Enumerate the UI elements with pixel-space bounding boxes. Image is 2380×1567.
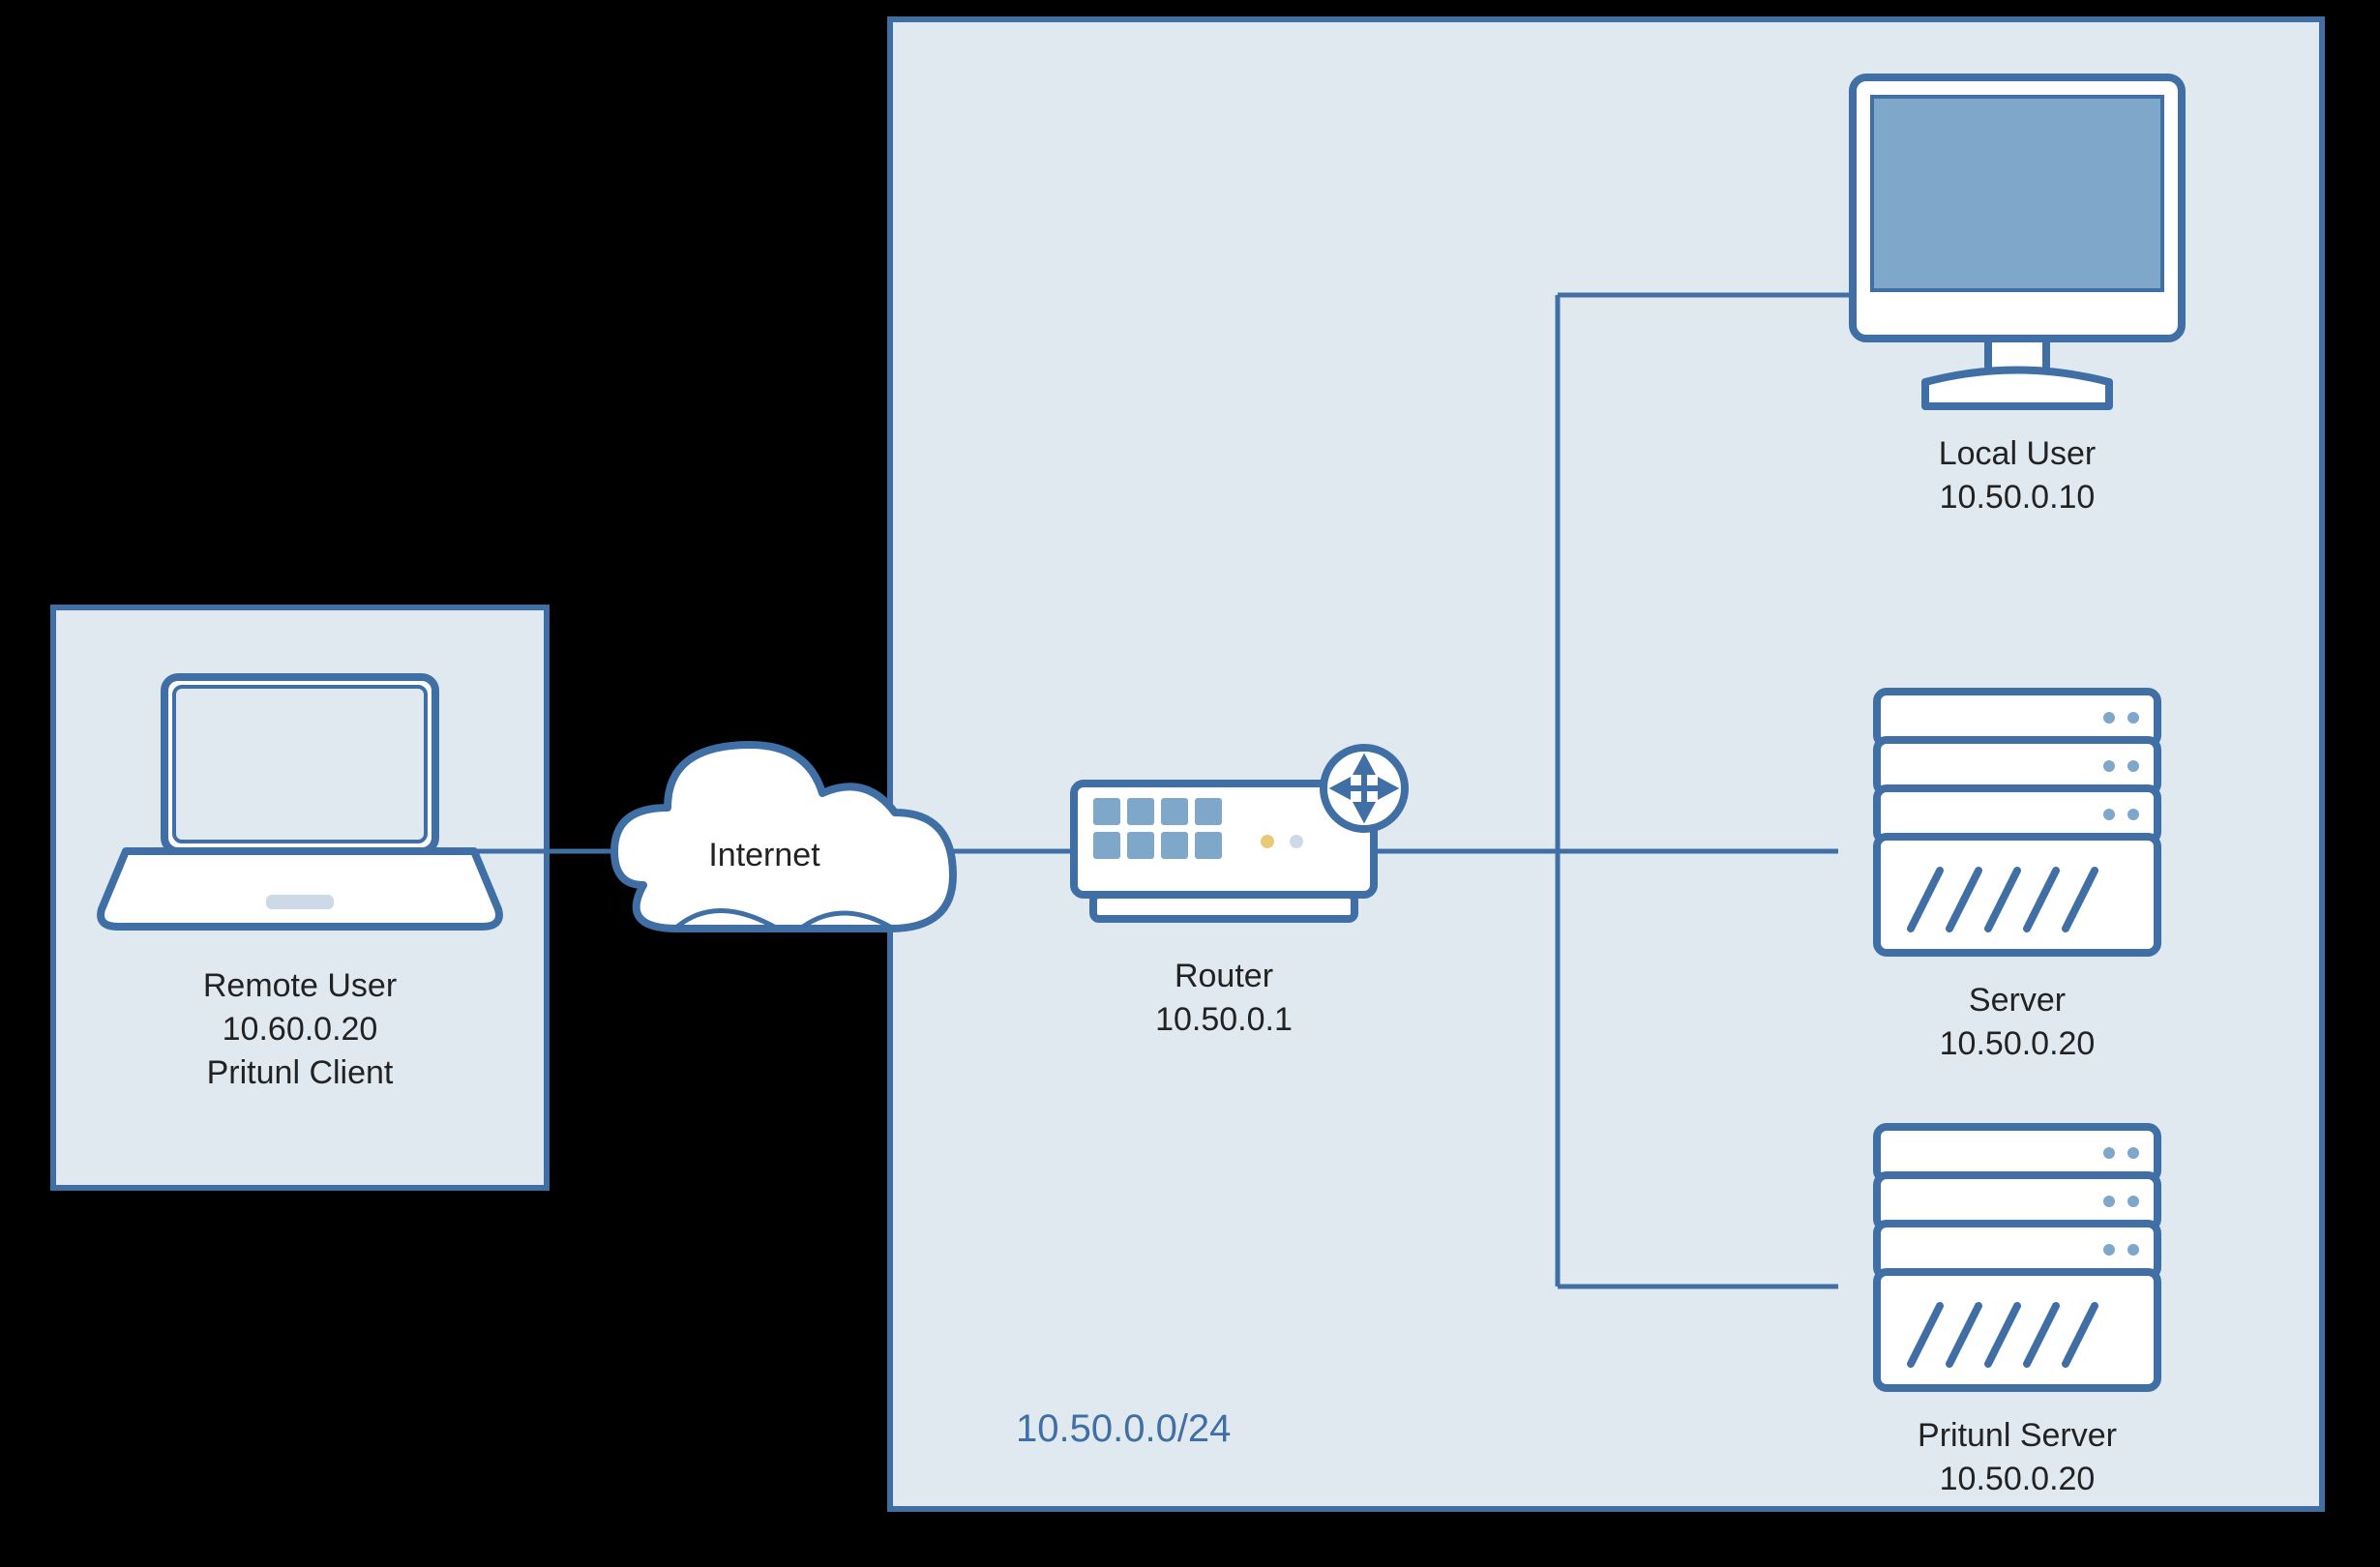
- remote-user-ip: 10.60.0.20: [223, 1011, 378, 1048]
- pritunl-server-icon: [1877, 1127, 2157, 1388]
- remote-user-client: Pritunl Client: [207, 1054, 394, 1091]
- local-user-ip: 10.50.0.10: [1940, 479, 2096, 516]
- network-diagram: Remote User 10.60.0.20 Pritunl Client In…: [0, 0, 2380, 1567]
- server-ip: 10.50.0.20: [1940, 1025, 2096, 1062]
- local-user-title: Local User: [1939, 435, 2097, 472]
- router-title: Router: [1175, 958, 1273, 994]
- server-icon: [1877, 692, 2157, 953]
- remote-user-title: Remote User: [203, 967, 397, 1004]
- server-title: Server: [1969, 982, 2066, 1019]
- cloud-label: Internet: [708, 837, 820, 873]
- router-ip: 10.50.0.1: [1155, 1001, 1293, 1038]
- lan-cidr: 10.50.0.0/24: [1016, 1407, 1231, 1450]
- pritunl-server-ip: 10.50.0.20: [1940, 1461, 2096, 1497]
- pritunl-server-title: Pritunl Server: [1918, 1417, 2117, 1454]
